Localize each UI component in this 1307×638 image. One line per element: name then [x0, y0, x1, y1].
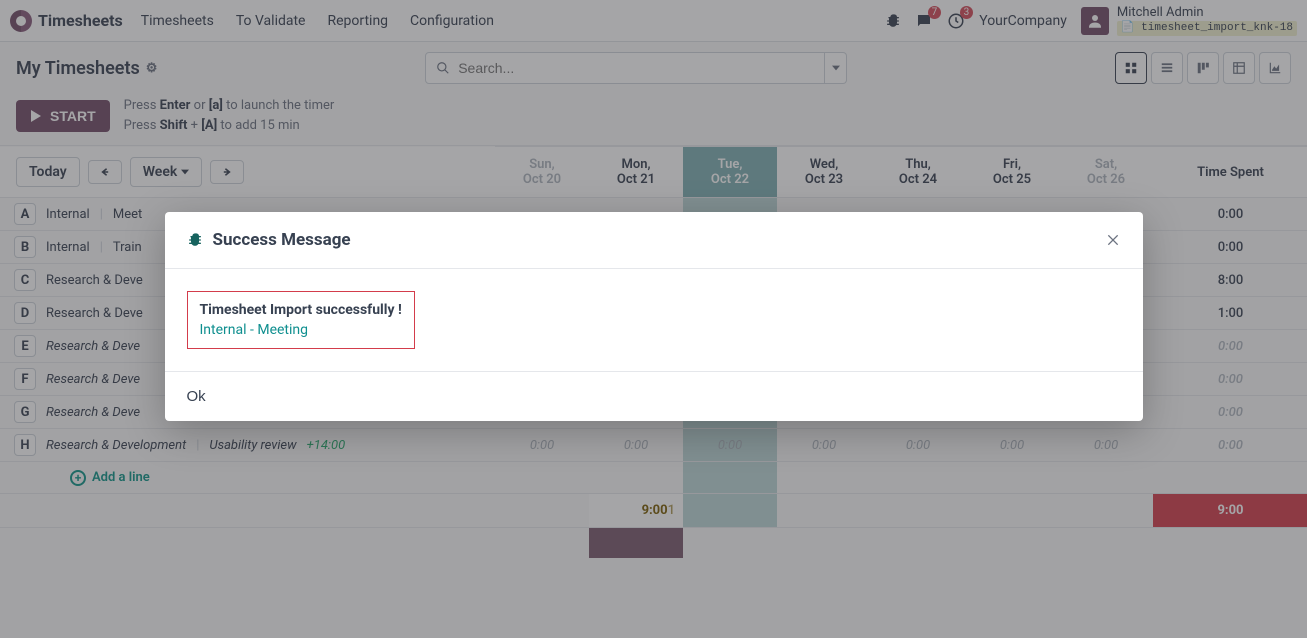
close-button[interactable]: [1105, 232, 1121, 248]
success-callout: Timesheet Import successfully ! Internal…: [187, 291, 415, 349]
bug-icon: [187, 232, 203, 248]
success-line-1: Timesheet Import successfully !: [200, 302, 402, 318]
ok-button[interactable]: Ok: [187, 388, 206, 405]
success-line-2[interactable]: Internal - Meeting: [200, 322, 402, 338]
modal-title: Success Message: [213, 230, 351, 250]
modal-overlay: Success Message Timesheet Import success…: [0, 0, 1307, 638]
close-icon: [1105, 232, 1121, 248]
success-modal: Success Message Timesheet Import success…: [165, 212, 1143, 421]
